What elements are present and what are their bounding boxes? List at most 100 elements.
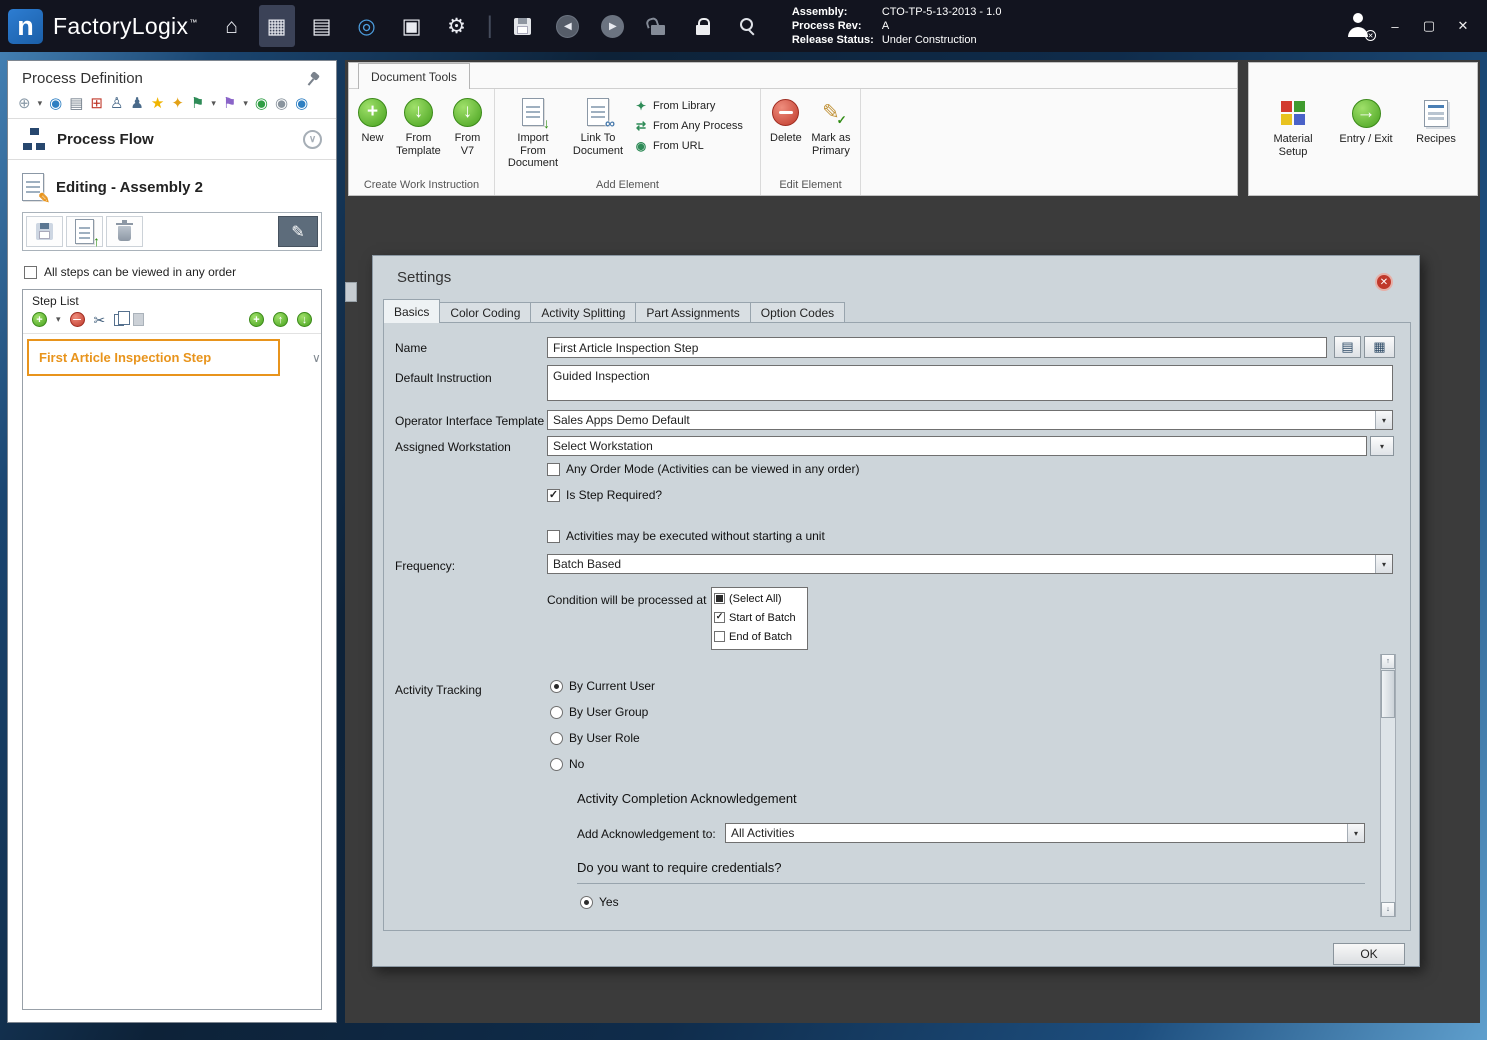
close-button[interactable]: ✕ — [1453, 18, 1473, 34]
unlock-button[interactable] — [640, 5, 676, 47]
tracking-no-row[interactable]: No — [550, 757, 584, 771]
print-icon[interactable]: ▤ — [69, 96, 83, 111]
panel-collapse-handle[interactable] — [345, 282, 357, 302]
pause-circle-icon[interactable]: ◉ — [275, 96, 288, 111]
ok-button[interactable]: OK — [1333, 943, 1405, 965]
order-checkbox-row[interactable]: All steps can be viewed in any order — [8, 259, 336, 287]
search-button[interactable] — [730, 5, 766, 47]
by-current-user-radio[interactable] — [550, 680, 563, 693]
minimize-button[interactable]: – — [1385, 19, 1405, 34]
delete-element-button[interactable]: Delete — [766, 92, 806, 178]
is-step-required-row[interactable]: Is Step Required? — [547, 488, 662, 502]
no-unit-checkbox[interactable] — [547, 530, 560, 543]
mark-as-primary-button[interactable]: ✎✓ Mark as Primary — [807, 92, 855, 178]
process-flow-row[interactable]: Process Flow ∨ — [8, 118, 336, 160]
scroll-down-button[interactable]: ↓ — [1381, 902, 1395, 917]
record-circle-icon[interactable]: ◉ — [295, 96, 308, 111]
from-library-button[interactable]: ✦ From Library — [634, 99, 743, 113]
new-button[interactable]: + New — [354, 92, 391, 178]
copy-step-icon[interactable] — [114, 314, 124, 326]
by-user-role-radio[interactable] — [550, 732, 563, 745]
import-from-document-button[interactable]: ↓ Import From Document — [500, 92, 566, 178]
person-down-icon[interactable]: ♟ — [130, 96, 143, 111]
default-instruction-input[interactable]: Guided Inspection — [547, 365, 1393, 401]
home-button[interactable]: ⌂ — [214, 5, 250, 47]
tracking-by-current-user-row[interactable]: By Current User — [550, 679, 655, 693]
start-circle-icon[interactable]: ◉ — [255, 96, 268, 111]
dialog-close-button[interactable]: ✕ — [1375, 273, 1393, 291]
process-editor-button[interactable]: ▦ — [259, 5, 295, 47]
navigator-button[interactable]: ◎ — [349, 5, 385, 47]
delete-flow-button[interactable] — [106, 216, 143, 247]
expand-tree-icon[interactable]: ⊞ — [90, 96, 103, 111]
move-step-up-icon[interactable]: ↑ — [273, 312, 288, 327]
tree-dropdown-icon[interactable]: ▾ — [243, 99, 248, 108]
find-step-icon[interactable]: + — [249, 312, 264, 327]
purple-flag-icon[interactable]: ⚑ — [223, 96, 236, 111]
select-all-checkbox[interactable] — [714, 593, 725, 604]
tab-part-assignments[interactable]: Part Assignments — [636, 302, 750, 323]
start-of-batch-checkbox[interactable] — [714, 612, 725, 623]
globe-icon[interactable]: ◉ — [49, 96, 62, 111]
link-to-document-button[interactable]: ∞ Link To Document — [567, 92, 629, 178]
from-v7-button[interactable]: ↓ From V7 — [446, 92, 489, 178]
lock-button[interactable] — [685, 5, 721, 47]
any-order-mode-row[interactable]: Any Order Mode (Activities can be viewed… — [547, 462, 859, 476]
workstation-dropdown-button[interactable]: ▾ — [1370, 436, 1394, 456]
credentials-yes-radio[interactable] — [580, 896, 593, 909]
condition-option-end-of-batch[interactable]: End of Batch — [714, 627, 805, 646]
sparkle-icon[interactable]: ✦ — [171, 96, 184, 111]
from-url-button[interactable]: ◉ From URL — [634, 139, 743, 153]
add-step-dropdown-icon[interactable]: ▾ — [56, 315, 61, 324]
end-of-batch-checkbox[interactable] — [714, 631, 725, 642]
save-flow-button[interactable] — [26, 216, 63, 247]
from-template-button[interactable]: ↓ From Template — [392, 92, 445, 178]
translate-button[interactable]: ▤ — [1334, 336, 1361, 358]
add-step-icon[interactable]: + — [32, 312, 47, 327]
add-circle-icon[interactable]: ⊕ — [18, 96, 31, 111]
settings-button[interactable]: ⚙ — [439, 5, 475, 47]
documents-button[interactable]: ▤ — [304, 5, 340, 47]
entry-exit-button[interactable]: → Entry / Exit — [1335, 93, 1397, 147]
user-button[interactable]: ✕ — [1345, 13, 1371, 39]
tab-document-tools[interactable]: Document Tools — [358, 63, 470, 89]
add-dropdown-icon[interactable]: ▾ — [38, 99, 43, 108]
operator-interface-template-select[interactable]: Sales Apps Demo Default ▾ — [547, 410, 1393, 430]
material-setup-button[interactable]: Material Setup — [1264, 93, 1322, 159]
any-order-mode-checkbox[interactable] — [547, 463, 560, 476]
person-up-icon[interactable]: ♙ — [110, 96, 123, 111]
collapse-chevron-icon[interactable]: ∨ — [303, 130, 322, 149]
tab-option-codes[interactable]: Option Codes — [751, 302, 845, 323]
paste-step-icon[interactable] — [133, 313, 144, 326]
green-flag-icon[interactable]: ⚑ — [191, 96, 204, 111]
keyboard-button[interactable]: ▦ — [1364, 336, 1395, 358]
edit-mode-button[interactable]: ✎ — [278, 216, 318, 247]
save-button[interactable] — [505, 5, 541, 47]
condition-option-select-all[interactable]: (Select All) — [714, 589, 805, 608]
tab-color-coding[interactable]: Color Coding — [440, 302, 531, 323]
scroll-up-button[interactable]: ↑ — [1381, 654, 1395, 669]
frequency-select[interactable]: Batch Based ▾ — [547, 554, 1393, 574]
by-user-group-radio[interactable] — [550, 706, 563, 719]
cut-icon[interactable]: ✂ — [94, 313, 106, 327]
assigned-workstation-select[interactable]: Select Workstation — [547, 436, 1367, 456]
is-step-required-checkbox[interactable] — [547, 489, 560, 502]
move-step-down-icon[interactable]: ↓ — [297, 312, 312, 327]
order-checkbox[interactable] — [24, 266, 37, 279]
step-expand-chevron-icon[interactable]: ∨ — [312, 351, 321, 365]
copy-pages-button[interactable]: ▣ — [394, 5, 430, 47]
tab-activity-splitting[interactable]: Activity Splitting — [531, 302, 636, 323]
scrollbar-thumb[interactable] — [1381, 670, 1395, 718]
credentials-yes-row[interactable]: Yes — [580, 895, 619, 909]
name-input[interactable] — [547, 337, 1327, 358]
dialog-scrollbar[interactable]: ↑ ↓ — [1380, 654, 1396, 917]
from-any-process-button[interactable]: ⇄ From Any Process — [634, 119, 743, 133]
acknowledgement-select[interactable]: All Activities ▾ — [725, 823, 1365, 843]
maximize-button[interactable]: ▢ — [1419, 18, 1439, 34]
back-button[interactable]: ◀ — [550, 5, 586, 47]
no-unit-row[interactable]: Activities may be executed without start… — [547, 529, 825, 543]
step-item-selected[interactable]: First Article Inspection Step — [27, 339, 280, 376]
forward-button[interactable]: ▶ — [595, 5, 631, 47]
star-icon[interactable]: ★ — [151, 96, 164, 111]
flag-dropdown-icon[interactable]: ▾ — [211, 99, 216, 108]
